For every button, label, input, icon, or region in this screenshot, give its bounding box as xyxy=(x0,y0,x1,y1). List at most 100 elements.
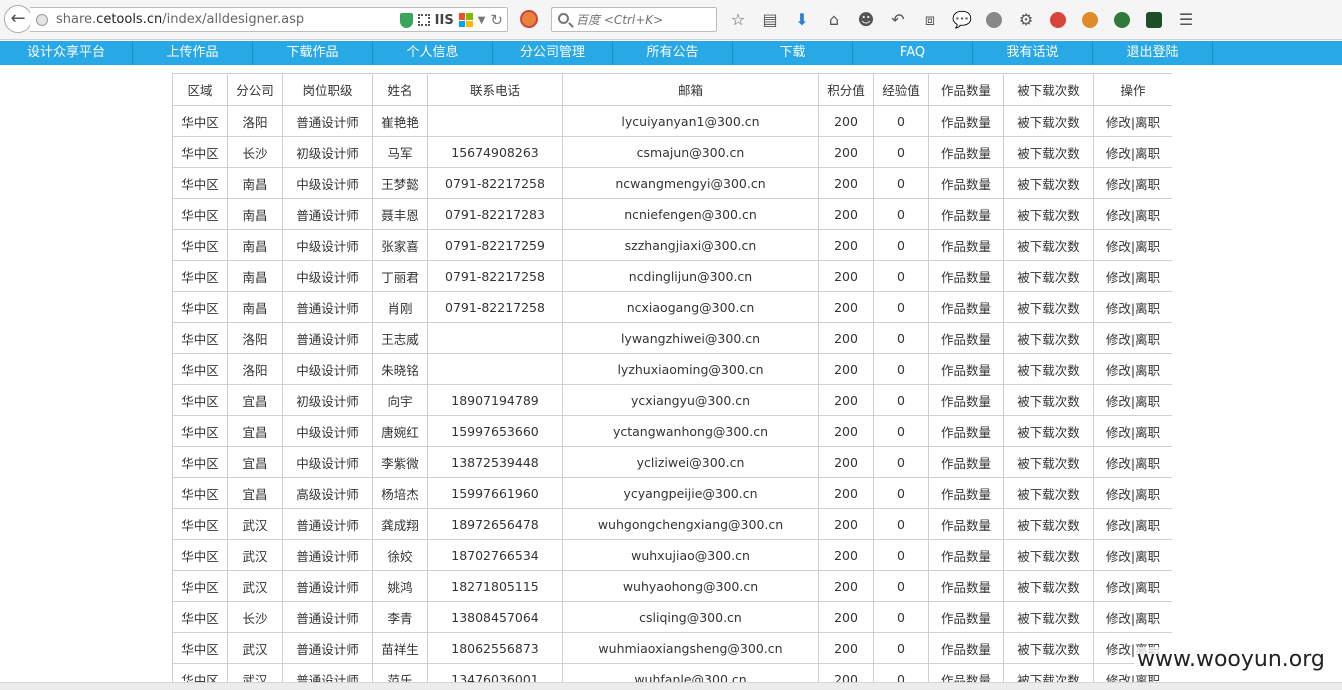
resign-link[interactable]: 离职 xyxy=(1135,177,1160,192)
works-count-cell[interactable]: 作品数量 xyxy=(928,632,1004,664)
download-count-cell[interactable]: 被下载次数 xyxy=(1003,322,1094,354)
chat-bubble-icon[interactable]: 💬 xyxy=(950,8,974,32)
menu-icon[interactable]: ☰ xyxy=(1174,8,1198,32)
works-count-cell[interactable]: 作品数量 xyxy=(928,539,1004,571)
download-count-cell[interactable]: 被下载次数 xyxy=(1003,570,1094,602)
works-count-cell[interactable]: 作品数量 xyxy=(928,322,1004,354)
resign-link[interactable]: 离职 xyxy=(1135,363,1160,378)
resign-link[interactable]: 离职 xyxy=(1135,611,1160,626)
works-count-cell[interactable]: 作品数量 xyxy=(928,508,1004,540)
download-count-cell[interactable]: 被下载次数 xyxy=(1003,136,1094,168)
address-bar[interactable]: share.cetools.cn/index/alldesigner.asp I… xyxy=(30,7,508,32)
tools-icon[interactable]: ⚙ xyxy=(1014,8,1038,32)
nav-item-7[interactable]: FAQ xyxy=(853,41,973,65)
crop-screenshot-icon[interactable]: ⧈ xyxy=(918,8,942,32)
edit-link[interactable]: 修改 xyxy=(1106,456,1131,471)
resign-link[interactable]: 离职 xyxy=(1135,332,1160,347)
edit-link[interactable]: 修改 xyxy=(1106,549,1131,564)
reload-icon[interactable]: ↻ xyxy=(490,11,503,29)
dark-shield-extension-icon[interactable] xyxy=(1142,8,1166,32)
resign-link[interactable]: 离职 xyxy=(1135,456,1160,471)
home-icon[interactable]: ⌂ xyxy=(822,8,846,32)
download-count-cell[interactable]: 被下载次数 xyxy=(1003,446,1094,478)
resign-link[interactable]: 离职 xyxy=(1135,301,1160,316)
resign-link[interactable]: 离职 xyxy=(1135,146,1160,161)
works-count-cell[interactable]: 作品数量 xyxy=(928,260,1004,292)
works-count-cell[interactable]: 作品数量 xyxy=(928,384,1004,416)
edit-link[interactable]: 修改 xyxy=(1106,332,1131,347)
download-arrow-icon[interactable]: ⬇ xyxy=(790,8,814,32)
smiley-icon[interactable]: ☻ xyxy=(854,8,878,32)
edit-link[interactable]: 修改 xyxy=(1106,580,1131,595)
iis-badge[interactable]: IIS xyxy=(435,13,454,28)
search-bar[interactable] xyxy=(551,7,717,32)
works-count-cell[interactable]: 作品数量 xyxy=(928,291,1004,323)
search-input[interactable] xyxy=(576,10,712,29)
edit-link[interactable]: 修改 xyxy=(1106,394,1131,409)
qr-code-icon[interactable] xyxy=(417,14,430,26)
works-count-cell[interactable]: 作品数量 xyxy=(928,446,1004,478)
download-count-cell[interactable]: 被下载次数 xyxy=(1003,601,1094,633)
edit-link[interactable]: 修改 xyxy=(1106,270,1131,285)
red-extension-icon[interactable] xyxy=(1046,8,1070,32)
edit-link[interactable]: 修改 xyxy=(1106,642,1131,657)
edit-link[interactable]: 修改 xyxy=(1106,425,1131,440)
resign-link[interactable]: 离职 xyxy=(1135,580,1160,595)
edit-link[interactable]: 修改 xyxy=(1106,301,1131,316)
works-count-cell[interactable]: 作品数量 xyxy=(928,477,1004,509)
works-count-cell[interactable]: 作品数量 xyxy=(928,601,1004,633)
edit-link[interactable]: 修改 xyxy=(1106,487,1131,502)
back-arrow-icon[interactable]: ← xyxy=(4,5,32,33)
edit-link[interactable]: 修改 xyxy=(1106,115,1131,130)
works-count-cell[interactable]: 作品数量 xyxy=(928,136,1004,168)
windows-logo-icon[interactable] xyxy=(458,13,473,27)
download-count-cell[interactable]: 被下载次数 xyxy=(1003,353,1094,385)
resign-link[interactable]: 离职 xyxy=(1135,487,1160,502)
download-count-cell[interactable]: 被下载次数 xyxy=(1003,198,1094,230)
reading-list-icon[interactable]: ▤ xyxy=(758,8,782,32)
resign-link[interactable]: 离职 xyxy=(1135,208,1160,223)
download-count-cell[interactable]: 被下载次数 xyxy=(1003,167,1094,199)
download-count-cell[interactable]: 被下载次数 xyxy=(1003,415,1094,447)
resign-link[interactable]: 离职 xyxy=(1135,425,1160,440)
download-count-cell[interactable]: 被下载次数 xyxy=(1003,477,1094,509)
nav-item-0[interactable]: 设计众享平台 xyxy=(0,41,133,65)
edit-link[interactable]: 修改 xyxy=(1106,518,1131,533)
undo-icon[interactable]: ↶ xyxy=(886,8,910,32)
download-count-cell[interactable]: 被下载次数 xyxy=(1003,539,1094,571)
bookmark-star-icon[interactable]: ☆ xyxy=(726,8,750,32)
download-count-cell[interactable]: 被下载次数 xyxy=(1003,291,1094,323)
download-count-cell[interactable]: 被下载次数 xyxy=(1003,105,1094,137)
nav-item-3[interactable]: 个人信息 xyxy=(373,41,493,65)
download-count-cell[interactable]: 被下载次数 xyxy=(1003,260,1094,292)
works-count-cell[interactable]: 作品数量 xyxy=(928,415,1004,447)
green-extension-icon[interactable] xyxy=(1110,8,1134,32)
url-text[interactable]: share.cetools.cn/index/alldesigner.asp xyxy=(56,12,304,27)
edit-link[interactable]: 修改 xyxy=(1106,208,1131,223)
shield-icon[interactable] xyxy=(399,12,413,28)
site-info-icon[interactable] xyxy=(36,14,48,26)
ghost-extension-icon[interactable] xyxy=(982,8,1006,32)
nav-item-1[interactable]: 上传作品 xyxy=(133,41,253,65)
resign-link[interactable]: 离职 xyxy=(1135,239,1160,254)
download-count-cell[interactable]: 被下载次数 xyxy=(1003,508,1094,540)
download-count-cell[interactable]: 被下载次数 xyxy=(1003,384,1094,416)
download-count-cell[interactable]: 被下载次数 xyxy=(1003,632,1094,664)
edit-link[interactable]: 修改 xyxy=(1106,177,1131,192)
adblock-extension-icon[interactable] xyxy=(520,10,538,28)
resign-link[interactable]: 离职 xyxy=(1135,394,1160,409)
download-count-cell[interactable]: 被下载次数 xyxy=(1003,229,1094,261)
nav-item-5[interactable]: 所有公告 xyxy=(613,41,733,65)
resign-link[interactable]: 离职 xyxy=(1135,549,1160,564)
edit-link[interactable]: 修改 xyxy=(1106,146,1131,161)
horizontal-scrollbar[interactable] xyxy=(0,682,1342,690)
edit-link[interactable]: 修改 xyxy=(1106,611,1131,626)
works-count-cell[interactable]: 作品数量 xyxy=(928,105,1004,137)
resign-link[interactable]: 离职 xyxy=(1135,115,1160,130)
works-count-cell[interactable]: 作品数量 xyxy=(928,229,1004,261)
works-count-cell[interactable]: 作品数量 xyxy=(928,198,1004,230)
orange-extension-icon[interactable] xyxy=(1078,8,1102,32)
nav-item-8[interactable]: 我有话说 xyxy=(973,41,1093,65)
works-count-cell[interactable]: 作品数量 xyxy=(928,167,1004,199)
nav-item-6[interactable]: 下载 xyxy=(733,41,853,65)
